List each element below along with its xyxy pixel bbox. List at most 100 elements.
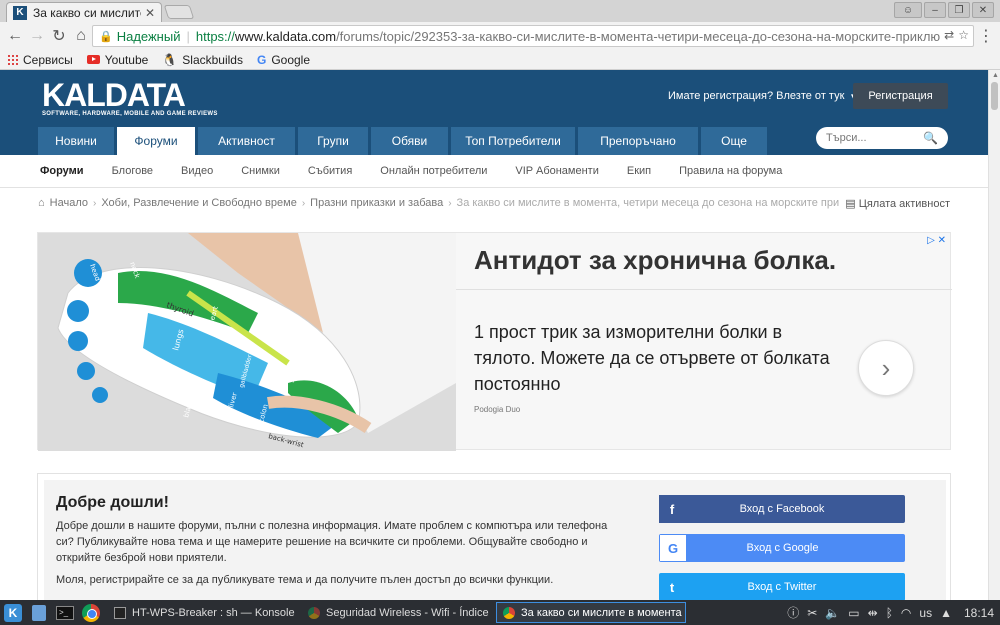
info-icon[interactable]: ⓘ: [787, 604, 799, 621]
reload-icon[interactable]: ↻: [48, 25, 70, 47]
kde-icon: K: [4, 603, 22, 622]
new-tab-button[interactable]: [163, 5, 195, 19]
breadcrumb-home[interactable]: Начало: [50, 197, 88, 209]
task-kaldata[interactable]: За какво си мислите в момента: [496, 602, 686, 623]
subnav-blogs[interactable]: Блогове: [112, 165, 153, 177]
bookmark-youtube[interactable]: Youtube: [86, 52, 149, 67]
tab-strip: K За какво си мислите ✕ ☺ – ❐ ✕: [0, 0, 1000, 22]
file-manager-launcher[interactable]: [26, 600, 52, 625]
advertisement[interactable]: head neck eye ear thyroid lungs heart li…: [37, 232, 952, 451]
breadcrumb: ⌂ Начало › Хоби, Развлечение и Свободно …: [38, 197, 950, 210]
breadcrumb-hobby[interactable]: Хоби, Развлечение и Свободно време: [101, 197, 297, 209]
breadcrumb-chat[interactable]: Празни приказки и забава: [310, 197, 443, 209]
subnav-photos[interactable]: Снимки: [241, 165, 280, 177]
page-viewport: KALDATA SOFTWARE, HARDWARE, MOBILE AND G…: [0, 70, 988, 600]
welcome-panel: Добре дошли! Добре дошли в нашите форуми…: [37, 473, 951, 600]
clock[interactable]: 18:14: [964, 606, 994, 620]
home-icon: ⌂: [38, 197, 45, 209]
google-icon: G: [660, 535, 686, 561]
signin-link[interactable]: Имате регистрация? Влезте от тук ▼: [668, 90, 857, 102]
twitter-login-button[interactable]: t Вход с Twitter: [659, 573, 905, 600]
nav-recommended[interactable]: Препоръчано: [578, 127, 698, 155]
kaldata-logo[interactable]: KALDATA SOFTWARE, HARDWARE, MOBILE AND G…: [42, 79, 218, 117]
profile-icon[interactable]: ☺: [894, 2, 922, 18]
nav-groups[interactable]: Групи: [298, 127, 368, 155]
forward-icon[interactable]: →: [26, 25, 48, 47]
volume-icon[interactable]: 🔈: [825, 606, 840, 620]
page-scrollbar[interactable]: ▲: [988, 70, 1000, 600]
subnav-forums[interactable]: Форуми: [40, 165, 84, 177]
facebook-login-label: Вход с Facebook: [739, 503, 825, 515]
bookmark-google[interactable]: G Google: [257, 53, 310, 67]
nav-activity[interactable]: Активност: [198, 127, 295, 155]
tux-icon: 🐧: [162, 52, 178, 67]
close-window-icon[interactable]: ✕: [972, 2, 994, 18]
bluetooth-icon[interactable]: ᛒ: [886, 606, 893, 620]
chevron-right-icon[interactable]: ›: [858, 340, 914, 396]
scroll-thumb[interactable]: [991, 82, 998, 110]
nav-more[interactable]: Още: [701, 127, 767, 155]
home-icon[interactable]: ⌂: [70, 25, 92, 47]
ad-headline[interactable]: Антидот за хронична болка.: [474, 245, 836, 276]
display-icon[interactable]: ▭: [848, 606, 859, 620]
wifi-icon[interactable]: ◠: [901, 606, 911, 620]
subnav-vip[interactable]: VIP Абонаменти: [515, 165, 598, 177]
nav-classifieds[interactable]: Обяви: [371, 127, 448, 155]
ad-image[interactable]: head neck eye ear thyroid lungs heart li…: [38, 233, 456, 451]
browser-tab-active[interactable]: K За какво си мислите ✕: [6, 2, 162, 22]
adchoices-icon[interactable]: ▷ ✕: [927, 235, 946, 246]
task-label: Seguridad Wireless - Wifi - Índice: [326, 606, 489, 619]
facebook-login-button[interactable]: f Вход с Facebook: [659, 495, 905, 523]
signin-text: Имате регистрация? Влезте от тук: [668, 90, 845, 102]
task-label: За какво си мислите в момента: [521, 606, 682, 619]
keyboard-layout[interactable]: us: [919, 606, 932, 620]
ad-body-text[interactable]: 1 прост трик за изморителни болки в тяло…: [474, 319, 834, 397]
task-konsole[interactable]: HT-WPS-Breaker : sh — Konsole: [108, 602, 298, 623]
subnav-team[interactable]: Екип: [627, 165, 651, 177]
chrome-menu-icon[interactable]: ⋮: [978, 26, 994, 46]
youtube-icon: [86, 55, 100, 64]
files-icon: [32, 604, 46, 621]
translate-icon[interactable]: ⇄: [944, 28, 954, 42]
terminal-launcher[interactable]: >_: [52, 600, 78, 625]
bookmark-services[interactable]: Сервисы: [8, 53, 73, 67]
bookmark-star-icon[interactable]: ☆: [958, 28, 969, 42]
bookmark-label: Youtube: [104, 52, 149, 67]
nav-forums[interactable]: Форуми: [117, 127, 195, 155]
url-host: www.kaldata.com: [234, 28, 337, 44]
address-bar[interactable]: 🔒 Надежный | https://www.kaldata.com/for…: [92, 25, 974, 47]
subnav-rules[interactable]: Правила на форума: [679, 165, 782, 177]
logo-tagline: SOFTWARE, HARDWARE, MOBILE AND GAME REVI…: [42, 111, 218, 117]
subnav-events[interactable]: Събития: [308, 165, 352, 177]
minimize-icon[interactable]: –: [924, 2, 946, 18]
close-tab-icon[interactable]: ✕: [145, 6, 155, 20]
lock-icon: 🔒: [99, 30, 113, 43]
welcome-title: Добре дошли!: [56, 494, 169, 511]
all-activity-link[interactable]: ▤ Цялата активност: [839, 197, 950, 210]
maximize-icon[interactable]: ❐: [948, 2, 970, 18]
terminal-icon: >_: [56, 605, 74, 620]
url-scheme: https://: [195, 28, 235, 44]
chrome-launcher[interactable]: [78, 600, 104, 625]
back-icon[interactable]: ←: [4, 25, 26, 47]
bookmark-slackbuilds[interactable]: 🐧 Slackbuilds: [162, 53, 243, 67]
scissors-icon[interactable]: ✂: [807, 606, 817, 620]
task-seguridad[interactable]: Seguridad Wireless - Wifi - Índice: [302, 602, 492, 623]
nav-top-users[interactable]: Топ Потребители: [451, 127, 575, 155]
search-input[interactable]: Търси... 🔍: [816, 127, 948, 149]
google-login-button[interactable]: G Вход с Google: [659, 534, 905, 562]
facebook-icon: f: [659, 495, 685, 523]
usb-icon[interactable]: ⇹: [868, 606, 878, 620]
breadcrumb-current: За какво си мислите в момента, четири ме…: [456, 197, 868, 209]
chevron-right-icon: ›: [92, 197, 97, 209]
subnav-video[interactable]: Видео: [181, 165, 213, 177]
tray-expand-icon[interactable]: ▲: [940, 606, 952, 620]
nav-news[interactable]: Новини: [38, 127, 114, 155]
register-button[interactable]: Регистрация: [853, 83, 948, 109]
scroll-up-icon[interactable]: ▲: [992, 72, 999, 79]
subnav-online-users[interactable]: Онлайн потребители: [380, 165, 487, 177]
chrome-icon: [308, 606, 320, 619]
search-icon[interactable]: 🔍: [923, 131, 938, 145]
kde-menu-button[interactable]: K: [0, 600, 26, 625]
twitter-login-label: Вход с Twitter: [747, 581, 817, 593]
